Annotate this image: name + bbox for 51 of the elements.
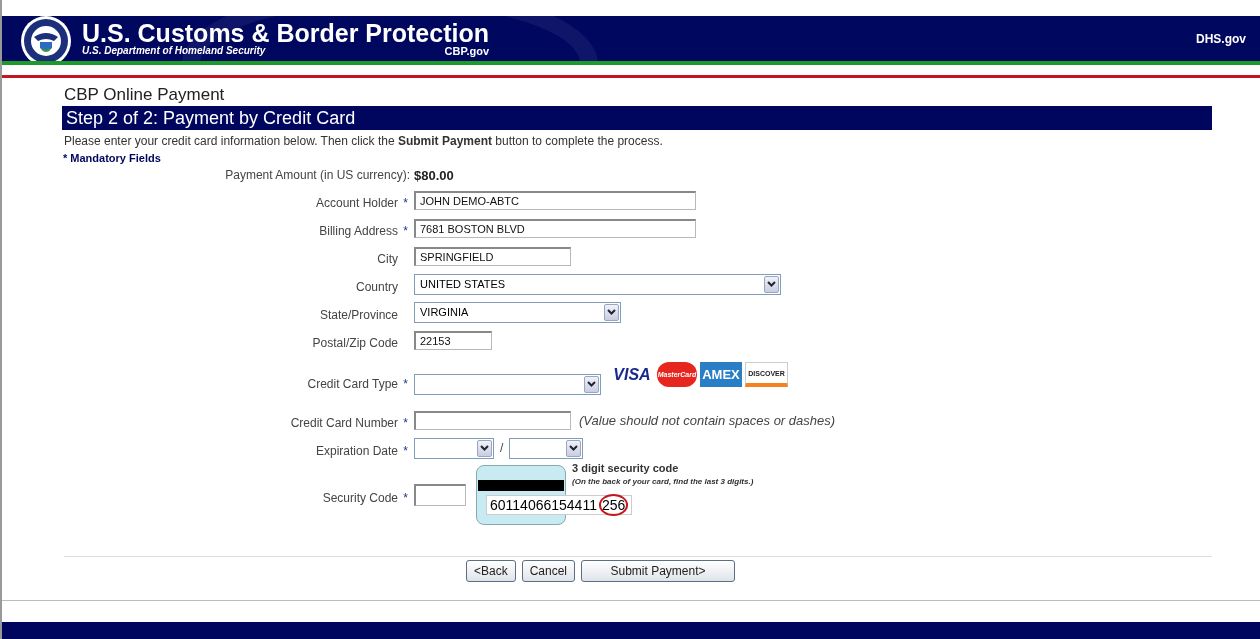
text-field[interactable]: [414, 410, 571, 430]
step-heading: Step 2 of 2: Payment by Credit Card: [62, 106, 1212, 130]
required-mark: *: [402, 224, 408, 238]
text-field[interactable]: 7681 BOSTON BLVD: [414, 218, 696, 238]
help-text: (On the back of your card, find the last 3 digits.): [572, 477, 754, 486]
field-label: Country: [355, 280, 398, 294]
instructions: Please enter your credit card information below. Then click the Submit Payment button to complete the process.: [64, 134, 664, 148]
field-label: Expiration Date: [315, 444, 398, 458]
text-field[interactable]: SPRINGFIELD: [414, 246, 571, 266]
required-mark: *: [402, 196, 408, 210]
field-hint: (Value should not contain spaces or dashes): [579, 412, 836, 428]
department-subtitle: U.S. Department of Homeland Security: [82, 44, 266, 57]
dropdown-caret-icon[interactable]: [604, 303, 619, 321]
field-label: Credit Card Type: [307, 377, 398, 391]
form-button[interactable]: <Back: [465, 560, 516, 582]
field-label: Postal/Zip Code: [312, 336, 398, 350]
form-button[interactable]: Cancel: [521, 560, 575, 582]
dropdown-field[interactable]: VIRGINIA: [414, 301, 621, 323]
field-label: Security Code: [322, 491, 398, 505]
field-label: City: [377, 252, 398, 266]
dhs-link[interactable]: DHS.gov: [1196, 31, 1246, 46]
seal-logo-icon: [20, 16, 72, 61]
text-field[interactable]: [414, 484, 466, 506]
dropdown-caret-icon[interactable]: [566, 439, 582, 457]
mandatory-fields-note: * Mandatory Fields: [63, 152, 162, 164]
field-label: Credit Card Number: [290, 416, 398, 430]
field-label: Payment Amount (in US currency):: [225, 168, 410, 182]
field-label: Billing Address: [319, 224, 398, 238]
date-separator: /: [500, 441, 504, 455]
help-title: 3 digit security code: [572, 462, 680, 474]
required-mark: *: [402, 377, 408, 391]
text-field[interactable]: JOHN DEMO-ABTC: [414, 190, 696, 210]
field-label: State/Province: [319, 308, 398, 322]
dropdown-field[interactable]: [414, 373, 601, 395]
card-brand-logo: AMEX: [700, 362, 742, 387]
required-mark: *: [402, 491, 408, 505]
required-mark: *: [402, 416, 408, 430]
text-field[interactable]: 22153: [414, 330, 492, 350]
dropdown-caret-icon[interactable]: [764, 275, 779, 293]
card-number-sample: 60114066154411 256: [486, 495, 633, 515]
required-mark: *: [402, 444, 408, 458]
dropdown-caret-icon[interactable]: [477, 439, 492, 457]
page-title: CBP Online Payment: [64, 84, 226, 106]
dropdown-caret-icon[interactable]: [584, 375, 599, 393]
agency-title: U.S. Customs & Border Protection: [82, 20, 489, 45]
site-name: CBP.gov: [444, 44, 489, 57]
dropdown-field[interactable]: UNITED STATES: [414, 273, 781, 295]
card-brand-logo: VISA: [612, 364, 652, 385]
field-label: Account Holder: [315, 196, 398, 210]
form-button[interactable]: Submit Payment>: [581, 560, 735, 582]
payment-amount: $80.00: [414, 167, 454, 183]
